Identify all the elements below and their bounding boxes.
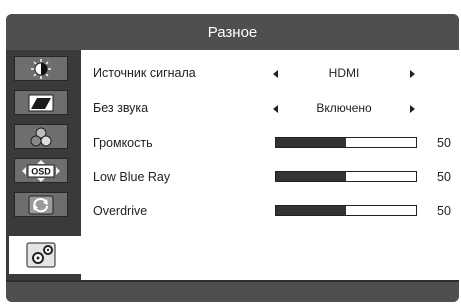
left-arrow-icon[interactable] bbox=[273, 70, 278, 78]
sidebar-item-osd[interactable]: OSD bbox=[14, 158, 68, 183]
osd-icon-label: OSD bbox=[31, 166, 51, 176]
overdrive-value: 50 bbox=[437, 204, 451, 218]
source-value: HDMI bbox=[328, 66, 360, 80]
volume-slider[interactable] bbox=[275, 137, 417, 148]
right-arrow-icon[interactable] bbox=[410, 105, 415, 113]
menu-title: Разное bbox=[6, 14, 459, 50]
image-settings-icon bbox=[28, 94, 54, 111]
setting-row-low-blue-ray[interactable]: Low Blue Ray 50 bbox=[81, 167, 459, 189]
osd-settings-icon: OSD bbox=[22, 159, 60, 182]
volume-label: Громкость bbox=[93, 136, 153, 150]
low-blue-ray-value: 50 bbox=[437, 170, 451, 184]
sidebar: OSD bbox=[6, 50, 81, 280]
color-icon bbox=[30, 127, 52, 146]
settings-panel: Источник сигнала HDMI Без звука Включено… bbox=[81, 50, 459, 280]
overdrive-label: Overdrive bbox=[93, 204, 148, 218]
setting-row-source[interactable]: Источник сигнала HDMI bbox=[81, 63, 459, 85]
source-label: Источник сигнала bbox=[93, 66, 196, 80]
setting-row-volume[interactable]: Громкость 50 bbox=[81, 133, 459, 155]
low-blue-ray-slider[interactable] bbox=[275, 171, 417, 182]
sidebar-item-misc[interactable] bbox=[9, 236, 81, 274]
volume-value: 50 bbox=[437, 136, 451, 150]
mute-label: Без звука bbox=[93, 101, 149, 115]
overdrive-slider-fill bbox=[276, 206, 346, 215]
sidebar-item-color[interactable] bbox=[14, 124, 68, 149]
reset-icon bbox=[28, 195, 54, 214]
sidebar-item-image[interactable] bbox=[14, 90, 68, 115]
sidebar-item-brightness[interactable] bbox=[14, 56, 68, 81]
footer-bar bbox=[6, 280, 459, 302]
right-arrow-icon[interactable] bbox=[410, 70, 415, 78]
setting-row-overdrive[interactable]: Overdrive 50 bbox=[81, 201, 459, 223]
osd-menu: Разное OSD Источник сигнала HDMI Без зву… bbox=[6, 14, 459, 302]
low-blue-ray-label: Low Blue Ray bbox=[93, 170, 171, 184]
brightness-icon bbox=[31, 58, 51, 79]
setting-row-mute[interactable]: Без звука Включено bbox=[81, 98, 459, 120]
overdrive-slider[interactable] bbox=[275, 205, 417, 216]
mute-value: Включено bbox=[316, 101, 372, 115]
low-blue-ray-slider-fill bbox=[276, 172, 346, 181]
volume-slider-fill bbox=[276, 138, 346, 147]
gears-icon bbox=[26, 242, 56, 268]
left-arrow-icon[interactable] bbox=[273, 105, 278, 113]
sidebar-item-reset[interactable] bbox=[14, 192, 68, 217]
